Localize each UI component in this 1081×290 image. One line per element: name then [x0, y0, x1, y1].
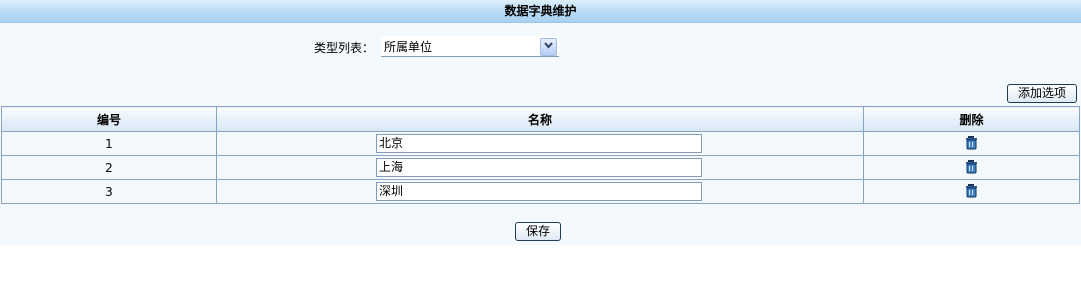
row-delete-cell	[863, 131, 1080, 156]
trash-icon[interactable]	[965, 183, 979, 201]
page-title: 数据字典维护	[0, 0, 1081, 23]
table-row: 2 上海	[1, 155, 1080, 180]
row-id: 1	[1, 131, 217, 156]
column-header-name: 名称	[216, 106, 864, 132]
row-id: 3	[1, 179, 217, 204]
trash-icon[interactable]	[965, 159, 979, 177]
type-select[interactable]: 所属单位	[381, 36, 559, 57]
chevron-down-icon[interactable]	[540, 38, 557, 56]
table-row: 1 北京	[1, 131, 1080, 156]
form-panel: 数据字典维护 类型列表： 所属单位 添加选项 编号 名称 删除 1 北京 2 上…	[0, 0, 1081, 245]
type-selector-label: 类型列表：	[314, 41, 375, 55]
table-row: 3 深圳	[1, 179, 1080, 204]
row-name-cell: 北京	[216, 131, 864, 156]
name-input[interactable]: 北京	[376, 134, 702, 153]
row-name-cell: 深圳	[216, 179, 864, 204]
add-option-button[interactable]: 添加选项	[1007, 84, 1077, 103]
row-delete-cell	[863, 179, 1080, 204]
trash-icon[interactable]	[965, 135, 979, 153]
row-name-cell: 上海	[216, 155, 864, 180]
row-delete-cell	[863, 155, 1080, 180]
column-header-delete: 删除	[863, 106, 1080, 132]
table-header-row: 编号 名称 删除	[1, 106, 1080, 132]
row-id: 2	[1, 155, 217, 180]
dictionary-table: 编号 名称 删除 1 北京 2 上海 3 深圳	[1, 106, 1080, 204]
name-input[interactable]: 深圳	[376, 182, 702, 201]
name-input[interactable]: 上海	[376, 158, 702, 177]
column-header-id: 编号	[1, 106, 217, 132]
save-button[interactable]: 保存	[515, 222, 561, 241]
type-select-value: 所属单位	[384, 40, 433, 54]
